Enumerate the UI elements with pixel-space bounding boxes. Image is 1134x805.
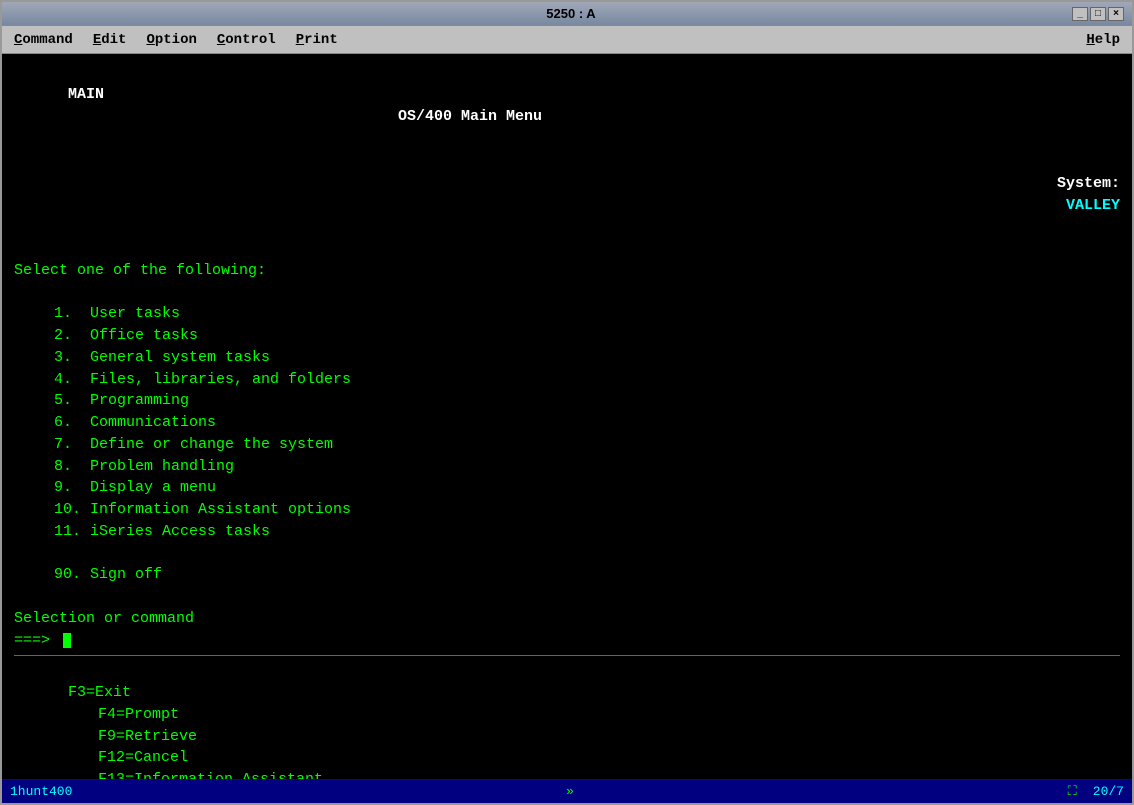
divider <box>14 655 1120 656</box>
main-label: MAIN <box>68 86 104 103</box>
status-bar: 1hunt400 » ⛶ 20/7 <box>2 779 1132 803</box>
menu-command[interactable]: Command <box>6 30 81 50</box>
cursor-indicator <box>54 630 63 652</box>
keyboard-icon: ⛶ <box>1068 784 1077 799</box>
main-window: 5250 : A _ □ × Command Edit Option Contr… <box>0 0 1134 805</box>
system-row: System: VALLEY <box>14 151 1120 238</box>
menu-item-3[interactable]: 3. General system tasks <box>14 347 1120 369</box>
menu-print[interactable]: Print <box>288 30 346 50</box>
minimize-button[interactable]: _ <box>1072 7 1088 21</box>
menu-help[interactable]: Help <box>1078 30 1128 50</box>
system-value: VALLEY <box>1066 197 1120 214</box>
title-bar: 5250 : A _ □ × <box>2 2 1132 26</box>
menu-bar: Command Edit Option Control Print Help <box>2 26 1132 54</box>
menu-item-4[interactable]: 4. Files, libraries, and folders <box>14 369 1120 391</box>
menu-edit[interactable]: Edit <box>85 30 135 50</box>
select-prompt: Select one of the following: <box>14 260 1120 282</box>
f4-key[interactable]: F4=Prompt <box>98 706 179 723</box>
fkeys-row-1: F3=Exit F4=Prompt F9=Retrieve F12=Cancel… <box>14 660 1120 779</box>
system-label: System: <box>1057 175 1120 192</box>
terminal-screen: MAIN OS/400 Main Menu System: VALLEY Sel… <box>2 54 1132 779</box>
menu-item-1[interactable]: 1. User tasks <box>14 303 1120 325</box>
menu-item-5[interactable]: 5. Programming <box>14 390 1120 412</box>
command-input-row: ===> <box>14 630 1120 652</box>
menu-control[interactable]: Control <box>209 30 284 50</box>
f3-key[interactable]: F3=Exit <box>68 684 131 701</box>
menu-item-10[interactable]: 10. Information Assistant options <box>14 499 1120 521</box>
f13-key[interactable]: F13=Information Assistant <box>98 771 323 779</box>
menu-item-2[interactable]: 2. Office tasks <box>14 325 1120 347</box>
bottom-center-icon: » <box>566 784 574 799</box>
menu-option[interactable]: Option <box>138 30 204 50</box>
menu-item-6[interactable]: 6. Communications <box>14 412 1120 434</box>
terminal-header-row: MAIN OS/400 Main Menu <box>14 62 1120 149</box>
session-name: 1hunt400 <box>10 784 72 799</box>
position-indicator: 20/7 <box>1093 784 1124 799</box>
window-title: 5250 : A <box>70 6 1072 21</box>
prompt-arrow: ===> <box>14 630 50 652</box>
menu-item-9[interactable]: 9. Display a menu <box>14 477 1120 499</box>
menu-item-11[interactable]: 11. iSeries Access tasks <box>14 521 1120 543</box>
maximize-button[interactable]: □ <box>1090 7 1106 21</box>
f9-key[interactable]: F9=Retrieve <box>98 728 197 745</box>
close-button[interactable]: × <box>1108 7 1124 21</box>
menu-title: OS/400 Main Menu <box>398 108 542 125</box>
menu-item-7[interactable]: 7. Define or change the system <box>14 434 1120 456</box>
menu-item-90[interactable]: 90. Sign off <box>14 564 1120 586</box>
menu-item-8[interactable]: 8. Problem handling <box>14 456 1120 478</box>
cursor <box>63 633 71 648</box>
window-controls: _ □ × <box>1072 7 1124 21</box>
selection-label: Selection or command <box>14 608 1120 630</box>
menu-items: Command Edit Option Control Print <box>6 30 346 50</box>
f12-key[interactable]: F12=Cancel <box>98 749 188 766</box>
